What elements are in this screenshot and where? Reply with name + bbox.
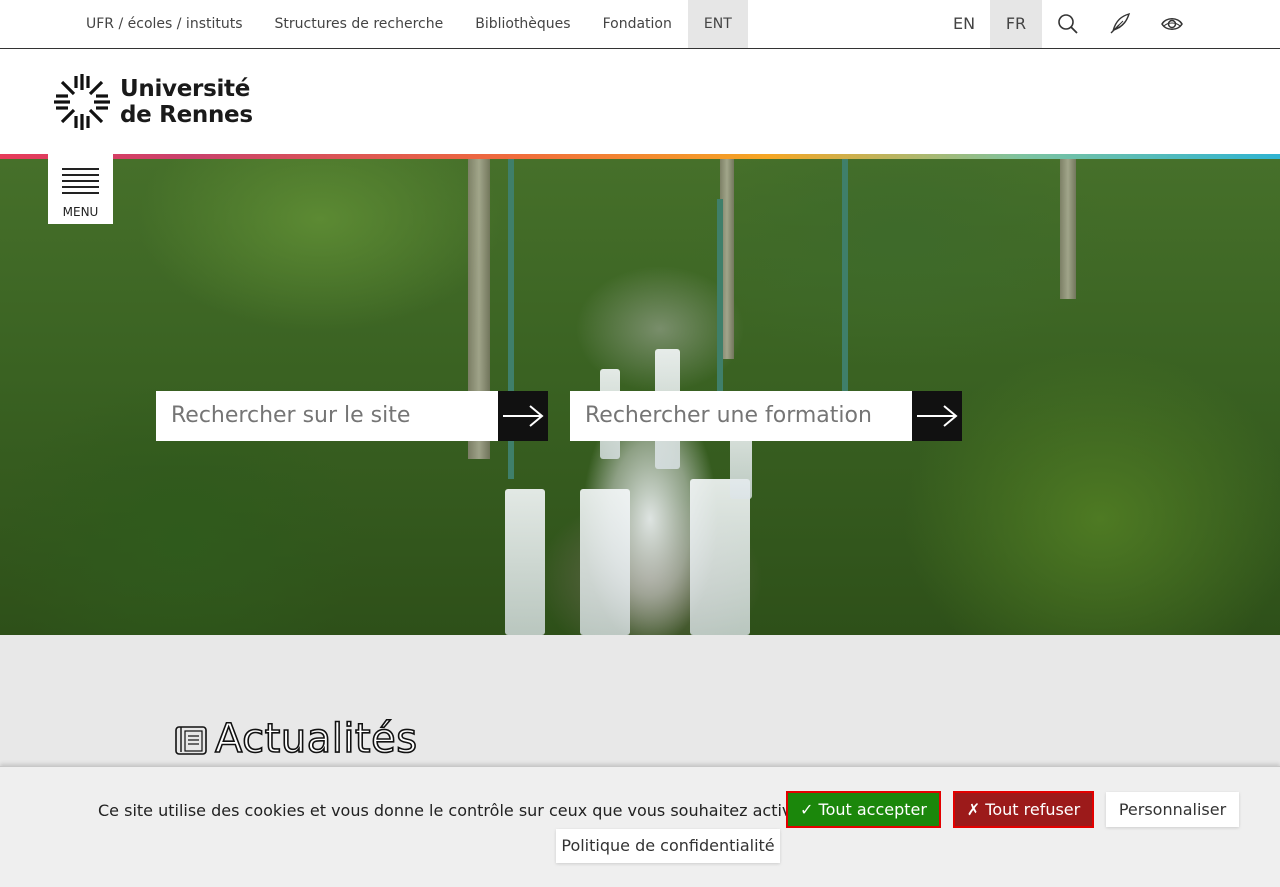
site-search — [156, 391, 548, 441]
refuse-all-button[interactable]: ✗ Tout refuser — [953, 791, 1094, 828]
news-title: Actualités — [214, 715, 418, 763]
arrow-right-icon — [503, 405, 544, 427]
hamburger-icon — [62, 168, 99, 198]
topnav-link-ufr[interactable]: UFR / écoles / instituts — [70, 0, 259, 48]
search-button[interactable] — [1042, 0, 1094, 48]
formation-search-submit-button[interactable] — [912, 391, 962, 441]
news-heading: Actualités — [175, 715, 418, 763]
privacy-policy-link[interactable]: Politique de confidentialité — [556, 829, 780, 863]
feather-button[interactable] — [1094, 0, 1146, 48]
logo-line-1: Université — [120, 76, 251, 102]
arrow-right-icon — [917, 405, 958, 427]
search-icon — [1058, 14, 1078, 34]
top-tools: EN FR — [938, 0, 1198, 48]
customize-button[interactable]: Personnaliser — [1106, 792, 1239, 827]
topnav-link-ent[interactable]: ENT — [687, 0, 748, 48]
logo-text: Université de Rennes — [120, 76, 253, 128]
feather-icon — [1110, 12, 1131, 34]
menu-label: MENU — [62, 205, 99, 219]
cookie-banner: Ce site utilise des cookies et vous donn… — [0, 766, 1280, 887]
newspaper-icon — [175, 726, 207, 755]
logo-emblem-icon — [54, 74, 110, 130]
accessibility-button[interactable] — [1146, 0, 1198, 48]
cookie-message: Ce site utilise des cookies et vous donn… — [98, 801, 808, 820]
formation-search — [570, 391, 962, 441]
formation-search-input[interactable] — [570, 391, 912, 441]
language-fr-button[interactable]: FR — [990, 0, 1042, 48]
accept-all-button[interactable]: ✓ Tout accepter — [786, 791, 941, 828]
eye-icon — [1161, 18, 1183, 30]
site-search-input[interactable] — [156, 391, 498, 441]
top-nav: UFR / écoles / instituts Structures de r… — [70, 0, 748, 48]
menu-button[interactable]: MENU — [48, 154, 113, 224]
top-bar: UFR / écoles / instituts Structures de r… — [0, 0, 1280, 49]
topnav-link-research[interactable]: Structures de recherche — [259, 0, 460, 48]
site-header: Université de Rennes — [0, 49, 1280, 154]
topnav-link-foundation[interactable]: Fondation — [587, 0, 688, 48]
logo-line-2: de Rennes — [120, 102, 253, 128]
university-logo[interactable]: Université de Rennes — [52, 72, 253, 132]
language-en-button[interactable]: EN — [938, 0, 990, 48]
site-search-submit-button[interactable] — [498, 391, 548, 441]
topnav-link-libraries[interactable]: Bibliothèques — [459, 0, 586, 48]
